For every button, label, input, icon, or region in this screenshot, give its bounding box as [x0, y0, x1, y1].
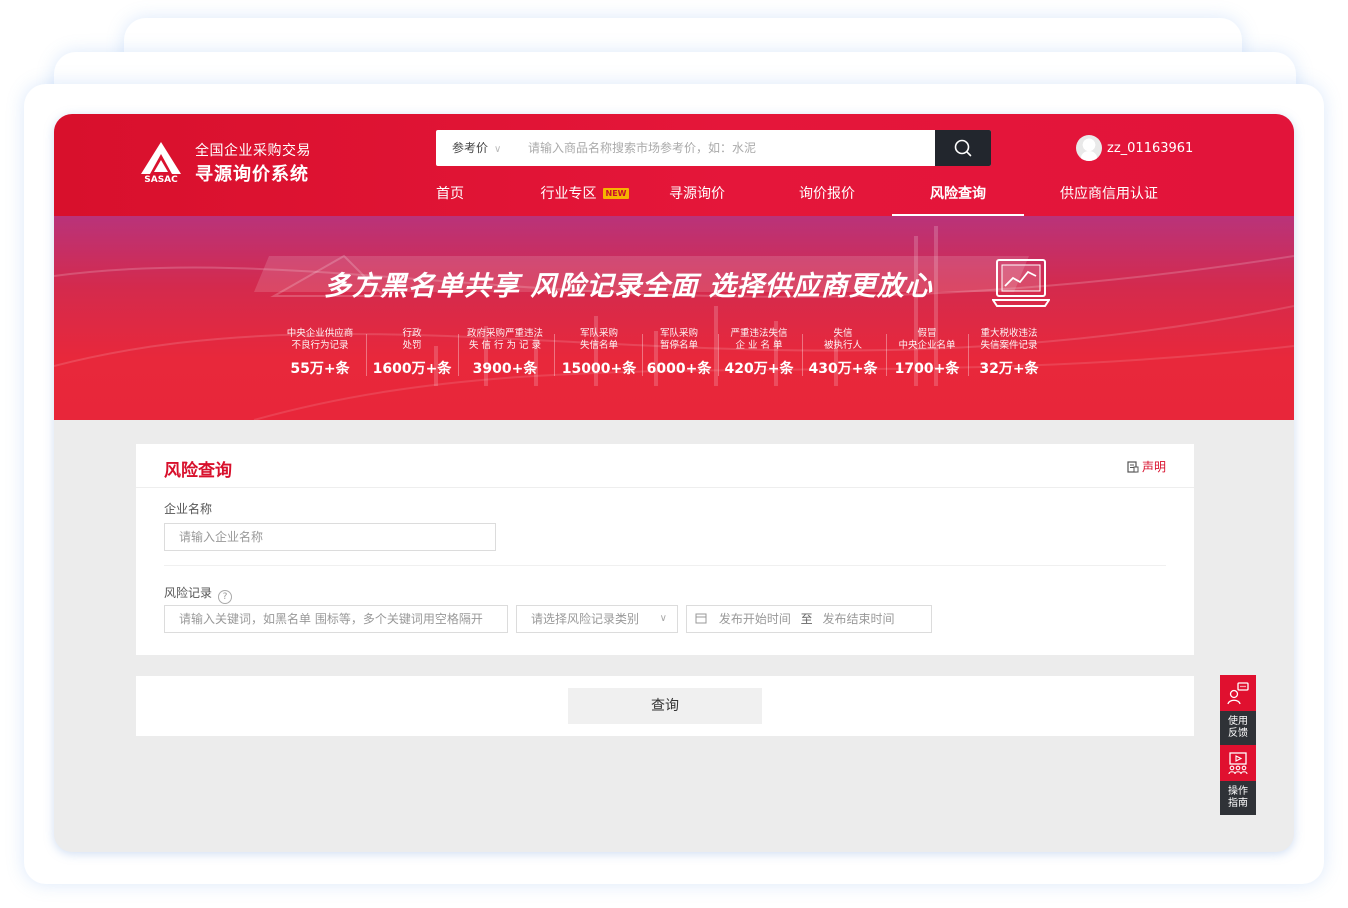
- nav-sourcing-label: 寻源询价: [669, 186, 725, 202]
- stat-label: 军队采购 失信名单: [579, 328, 618, 351]
- company-name-input[interactable]: 请输入企业名称: [164, 523, 496, 551]
- banner-slogan: 多方黑名单共享 风险记录全面 选择供应商更放心: [324, 271, 933, 302]
- nav-home-label: 首页: [436, 186, 464, 202]
- stat-value: 420万+条: [724, 361, 794, 377]
- stat-item: 政府采购严重违法 失 信 行 为 记 录 3900+条: [460, 328, 550, 378]
- header: SASAC 全国企业采购交易 寻源询价系统 参考价∨ zz_01163961 首…: [54, 114, 1294, 216]
- stat-value: 3900+条: [472, 361, 538, 377]
- nav-industry[interactable]: 行业专区 NEW: [530, 174, 640, 216]
- chevron-down-icon: ∨: [494, 144, 502, 155]
- banner-stats: 中央企业供应商 不良行为记录 55万+条 行政 处罚 1600万+条 政府采购严重违…: [54, 328, 1294, 388]
- date-start: 发布开始时间: [718, 612, 791, 626]
- date-separator: 至: [800, 612, 813, 626]
- username: zz_01163961: [1107, 140, 1194, 156]
- panel-divider: [136, 487, 1194, 488]
- nav-home[interactable]: 首页: [422, 174, 478, 216]
- laptop-chart-icon: [992, 259, 1050, 307]
- stat-label: 中央企业供应商 不良行为记录: [286, 328, 354, 351]
- stat-item: 重大税收违法 失信案件记录 32万+条: [970, 328, 1048, 378]
- new-badge: NEW: [602, 188, 630, 199]
- nav-risk-query[interactable]: 风险查询: [892, 174, 1024, 216]
- stat-value: 1700+条: [894, 361, 960, 377]
- stat-label: 假冒 中央企业名单: [898, 328, 956, 351]
- search-input[interactable]: [528, 138, 918, 158]
- stat-item: 军队采购 失信名单 15000+条: [560, 328, 638, 378]
- panel-title: 风险查询: [164, 461, 232, 481]
- risk-query-panel: 风险查询 声明 企业名称 请输入企业名称 风险记录? 请输入关键词，如黑名单 围…: [136, 444, 1194, 655]
- logo-line1: 全国企业采购交易: [195, 143, 311, 159]
- video-guide-icon: [1228, 752, 1248, 775]
- declare-label: 声明: [1141, 460, 1166, 474]
- banner-decoration: [54, 226, 1294, 420]
- avatar: [1076, 135, 1102, 161]
- date-range-picker[interactable]: 发布开始时间 至 发布结束时间: [686, 605, 932, 633]
- stat-divider: [968, 334, 969, 376]
- feedback-icon: [1227, 682, 1249, 705]
- nav-quotation-label: 询价报价: [799, 186, 855, 202]
- action-bar: 查询: [136, 676, 1194, 736]
- stat-divider: [718, 334, 719, 376]
- nav-quotation[interactable]: 询价报价: [790, 174, 864, 216]
- search-button[interactable]: [935, 130, 991, 166]
- stat-item: 失信 被执行人 430万+条: [804, 328, 882, 378]
- declare-link[interactable]: 声明: [1127, 458, 1166, 475]
- company-name-label: 企业名称: [164, 502, 213, 516]
- floating-toolbar: 使用 反馈 操作 指南: [1220, 675, 1256, 815]
- query-button[interactable]: 查询: [568, 688, 762, 724]
- stat-item: 军队采购 暂停名单 6000+条: [644, 328, 714, 378]
- nav-sourcing[interactable]: 寻源询价: [660, 174, 734, 216]
- search-icon: [954, 139, 972, 157]
- stat-divider: [886, 334, 887, 376]
- stat-label: 严重违法失信 企 业 名 单: [730, 328, 788, 351]
- stat-value: 430万+条: [808, 361, 878, 377]
- guide-button[interactable]: [1220, 745, 1256, 781]
- nav-supplier-cert[interactable]: 供应商信用认证: [1054, 174, 1164, 216]
- app-window: SASAC 全国企业采购交易 寻源询价系统 参考价∨ zz_01163961 首…: [54, 114, 1294, 852]
- search-type-select[interactable]: 参考价 ∨: [452, 130, 501, 166]
- stat-label: 失信 被执行人: [823, 328, 862, 351]
- chevron-down-icon: ∨: [659, 613, 667, 624]
- stat-item: 严重违法失信 企 业 名 单 420万+条: [720, 328, 798, 378]
- stat-value: 6000+条: [646, 361, 712, 377]
- stat-divider: [642, 334, 643, 376]
- risk-record-label: 风险记录?: [164, 584, 233, 604]
- risk-category-select[interactable]: 请选择风险记录类别 ∨: [516, 605, 678, 633]
- guide-label[interactable]: 操作 指南: [1220, 781, 1256, 815]
- risk-category-placeholder: 请选择风险记录类别: [531, 612, 640, 626]
- feedback-button[interactable]: [1220, 675, 1256, 711]
- nav-supplier-cert-label: 供应商信用认证: [1060, 186, 1158, 202]
- stat-item: 中央企业供应商 不良行为记录 55万+条: [280, 328, 360, 378]
- nav-risk-query-label: 风险查询: [930, 186, 986, 202]
- search-bar: 参考价 ∨: [436, 130, 991, 166]
- risk-record-label-text: 风险记录: [164, 586, 213, 600]
- stat-label: 重大税收违法 失信案件记录: [980, 328, 1038, 351]
- nav-industry-label: 行业专区: [540, 186, 597, 202]
- stat-divider: [366, 334, 367, 376]
- stat-item: 行政 处罚 1600万+条: [372, 328, 452, 378]
- keyword-input[interactable]: 请输入关键词，如黑名单 围标等，多个关键词用空格隔开: [164, 605, 508, 633]
- stat-value: 32万+条: [979, 361, 1039, 377]
- stat-label: 行政 处罚: [402, 328, 422, 351]
- stat-value: 15000+条: [561, 361, 637, 377]
- search-type-label: 参考价: [452, 141, 489, 155]
- stat-label: 政府采购严重违法 失 信 行 为 记 录: [466, 328, 543, 351]
- help-icon[interactable]: ?: [218, 590, 233, 604]
- document-icon: [1127, 460, 1139, 473]
- main-nav: 首页 行业专区 NEW 寻源询价 询价报价 风险查询 供应商信用认证: [54, 174, 1294, 216]
- banner: 多方黑名单共享 风险记录全面 选择供应商更放心 中央企业供应商 不良行为记录 55…: [54, 216, 1294, 420]
- feedback-label[interactable]: 使用 反馈: [1220, 711, 1256, 745]
- stat-divider: [802, 334, 803, 376]
- stat-divider: [458, 334, 459, 376]
- stat-value: 55万+条: [290, 361, 350, 377]
- field-divider: [164, 565, 1166, 566]
- stat-divider: [554, 334, 555, 376]
- user-menu[interactable]: zz_01163961: [1076, 135, 1193, 161]
- date-end: 发布结束时间: [822, 612, 895, 626]
- stat-item: 假冒 中央企业名单 1700+条: [888, 328, 966, 378]
- stat-label: 军队采购 暂停名单: [659, 328, 698, 351]
- calendar-icon: [695, 613, 707, 624]
- stat-value: 1600万+条: [372, 361, 452, 377]
